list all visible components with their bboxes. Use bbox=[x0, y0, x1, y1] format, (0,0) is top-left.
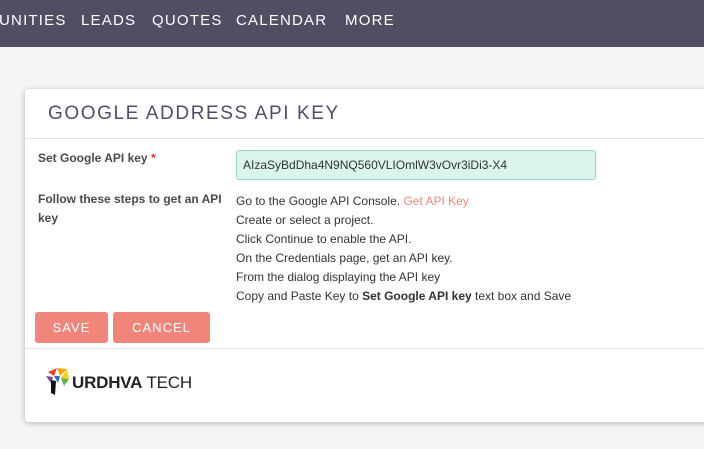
required-marker: * bbox=[150, 151, 156, 165]
logo-word-light: TECH bbox=[142, 373, 192, 392]
nav-item-opportunities[interactable]: UNITIES bbox=[0, 13, 67, 29]
title-divider bbox=[25, 138, 704, 139]
save-button[interactable]: SAVE bbox=[35, 312, 108, 343]
footer-divider bbox=[25, 348, 704, 349]
steps-list: Go to the Google API Console. Get API Ke… bbox=[236, 192, 571, 306]
api-key-label-text: Set Google API key bbox=[38, 151, 148, 165]
urdhva-tech-logo: URDHVA TECH bbox=[45, 364, 225, 396]
logo-mark-icon bbox=[46, 368, 69, 395]
step-4: On the Credentials page, get an API key. bbox=[236, 251, 453, 265]
step-1: Go to the Google API Console. Get API Ke… bbox=[236, 192, 571, 211]
api-key-input[interactable] bbox=[236, 150, 596, 180]
get-api-key-link[interactable]: Get API Key bbox=[403, 194, 468, 208]
logo-word-bold: URDHVA bbox=[72, 373, 143, 392]
nav-item-quotes[interactable]: QUOTES bbox=[152, 13, 223, 29]
nav-item-calendar[interactable]: CALENDAR bbox=[236, 13, 327, 29]
nav-item-more[interactable]: MORE bbox=[345, 13, 395, 29]
step-1-text: Go to the Google API Console. bbox=[236, 194, 404, 208]
step-6-bold: Set Google API key bbox=[362, 289, 472, 303]
nav-item-leads[interactable]: LEADS bbox=[81, 13, 136, 29]
logo-wordmark: URDHVA TECH bbox=[72, 373, 192, 393]
top-navigation-bar: UNITIES LEADS QUOTES CALENDAR MORE bbox=[0, 0, 704, 47]
api-key-settings-panel: GOOGLE ADDRESS API KEY Set Google API ke… bbox=[25, 89, 704, 422]
cancel-button[interactable]: CANCEL bbox=[113, 312, 210, 343]
step-3: Click Continue to enable the API. bbox=[236, 232, 412, 246]
step-6-post: text box and Save bbox=[471, 289, 572, 303]
api-key-label: Set Google API key * bbox=[38, 149, 156, 168]
step-2: Create or select a project. bbox=[236, 213, 374, 227]
steps-label: Follow these steps to get an API key bbox=[38, 192, 222, 225]
step-5: From the dialog displaying the API key bbox=[236, 270, 441, 284]
panel-title: GOOGLE ADDRESS API KEY bbox=[48, 103, 340, 124]
step-6: Copy and Paste Key to Set Google API key… bbox=[236, 287, 571, 306]
step-6-pre: Copy and Paste Key to bbox=[236, 289, 363, 303]
